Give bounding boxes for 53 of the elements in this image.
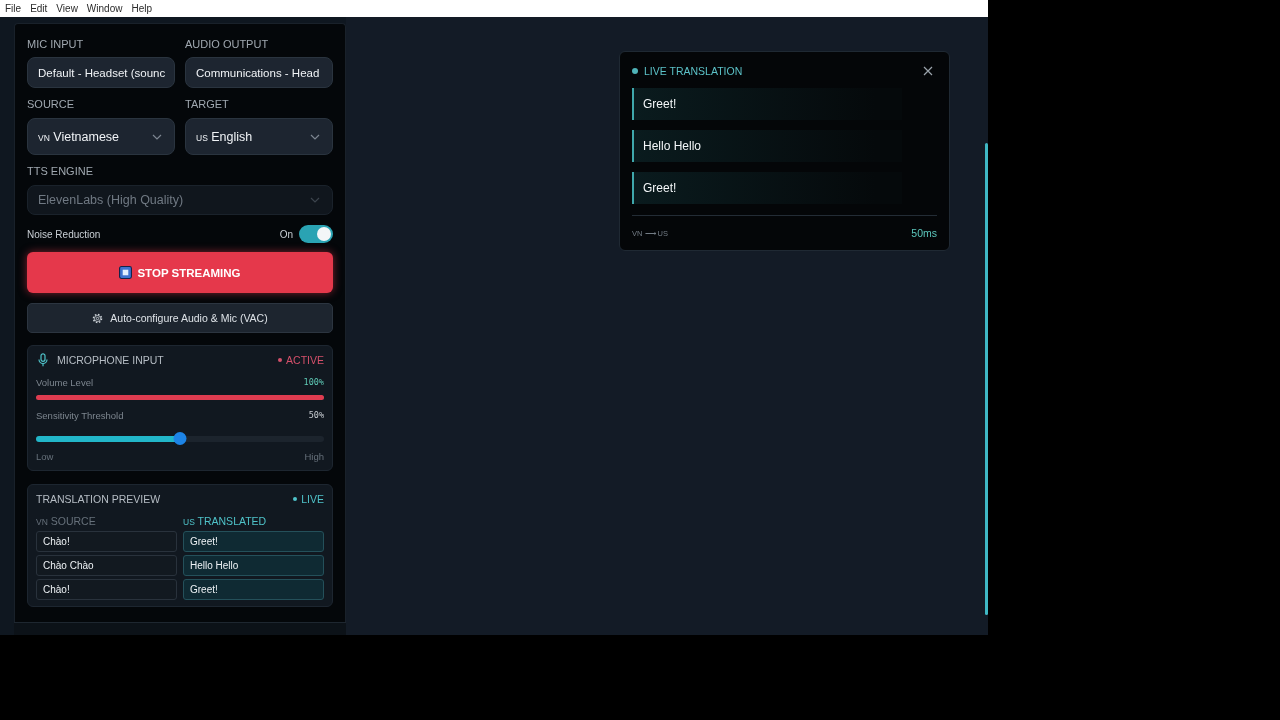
latency-label: 50ms (911, 227, 937, 239)
column-header: US TRANSLATED (183, 515, 268, 527)
source-language-select[interactable]: VN Vietnamese (27, 118, 175, 155)
field-label: AUDIO OUTPUT (185, 38, 270, 51)
volume-reading: 100% (303, 377, 324, 387)
card-title: MICROPHONE INPUT (57, 354, 164, 366)
stop-streaming-button[interactable]: STOP STREAMING (27, 252, 333, 293)
status-label: LIVE (301, 493, 324, 505)
slider-max-label: High (304, 450, 324, 462)
noise-reduction-toggle[interactable] (299, 225, 333, 243)
translated-text-cell: Greet! (183, 531, 324, 552)
microphone-icon (38, 353, 48, 367)
menu-item[interactable]: View (56, 2, 78, 15)
chevron-down-icon (310, 197, 320, 203)
slider-handle[interactable] (173, 432, 187, 445)
chevron-down-icon (310, 133, 320, 140)
sensitivity-slider[interactable] (36, 432, 324, 445)
close-icon (923, 66, 933, 76)
overlay-title: LIVE TRANSLATION (644, 65, 743, 77)
card-title: TRANSLATION PREVIEW (36, 493, 161, 505)
mic-input-select[interactable]: Default - Headset (sounc (27, 57, 175, 88)
toggle-state-label: On (279, 228, 293, 240)
close-button[interactable] (921, 64, 935, 78)
source-text-cell: Chào! (36, 579, 177, 600)
source-text-cell: Chào Chào (36, 555, 177, 576)
target-language-select[interactable]: US English (185, 118, 333, 155)
gear-icon (92, 312, 104, 324)
audio-output-select[interactable]: Communications - Head (185, 57, 333, 88)
translated-text-cell: Hello Hello (183, 555, 324, 576)
status-label: ACTIVE (286, 354, 324, 366)
chevron-down-icon (152, 133, 162, 140)
slider-min-label: Low (36, 450, 54, 462)
volume-level-label: Volume Level (36, 376, 94, 388)
field-label: MIC INPUT (27, 38, 85, 51)
translated-text-cell: Greet! (183, 579, 324, 600)
field-label: TTS ENGINE (27, 165, 94, 178)
auto-configure-button[interactable]: Auto-configure Audio & Mic (VAC) (27, 303, 333, 333)
stop-icon (119, 266, 133, 279)
menu-item[interactable]: Window (86, 2, 123, 15)
menu-item[interactable]: Help (131, 2, 152, 15)
status-dot-icon (278, 358, 283, 362)
status-dot-icon (632, 68, 638, 74)
column-header: VN SOURCE (36, 515, 97, 527)
noise-reduction-label: Noise Reduction (27, 228, 101, 240)
menu-item[interactable]: Edit (30, 2, 48, 15)
sensitivity-reading: 50% (308, 410, 324, 420)
source-text-cell: Chào! (36, 531, 177, 552)
menu-item[interactable]: File (5, 2, 22, 15)
field-label: TARGET (185, 98, 230, 111)
scrollbar-thumb[interactable] (985, 143, 988, 615)
sensitivity-label: Sensitivity Threshold (36, 409, 124, 421)
field-label: SOURCE (27, 98, 76, 111)
status-dot-icon (293, 497, 298, 501)
